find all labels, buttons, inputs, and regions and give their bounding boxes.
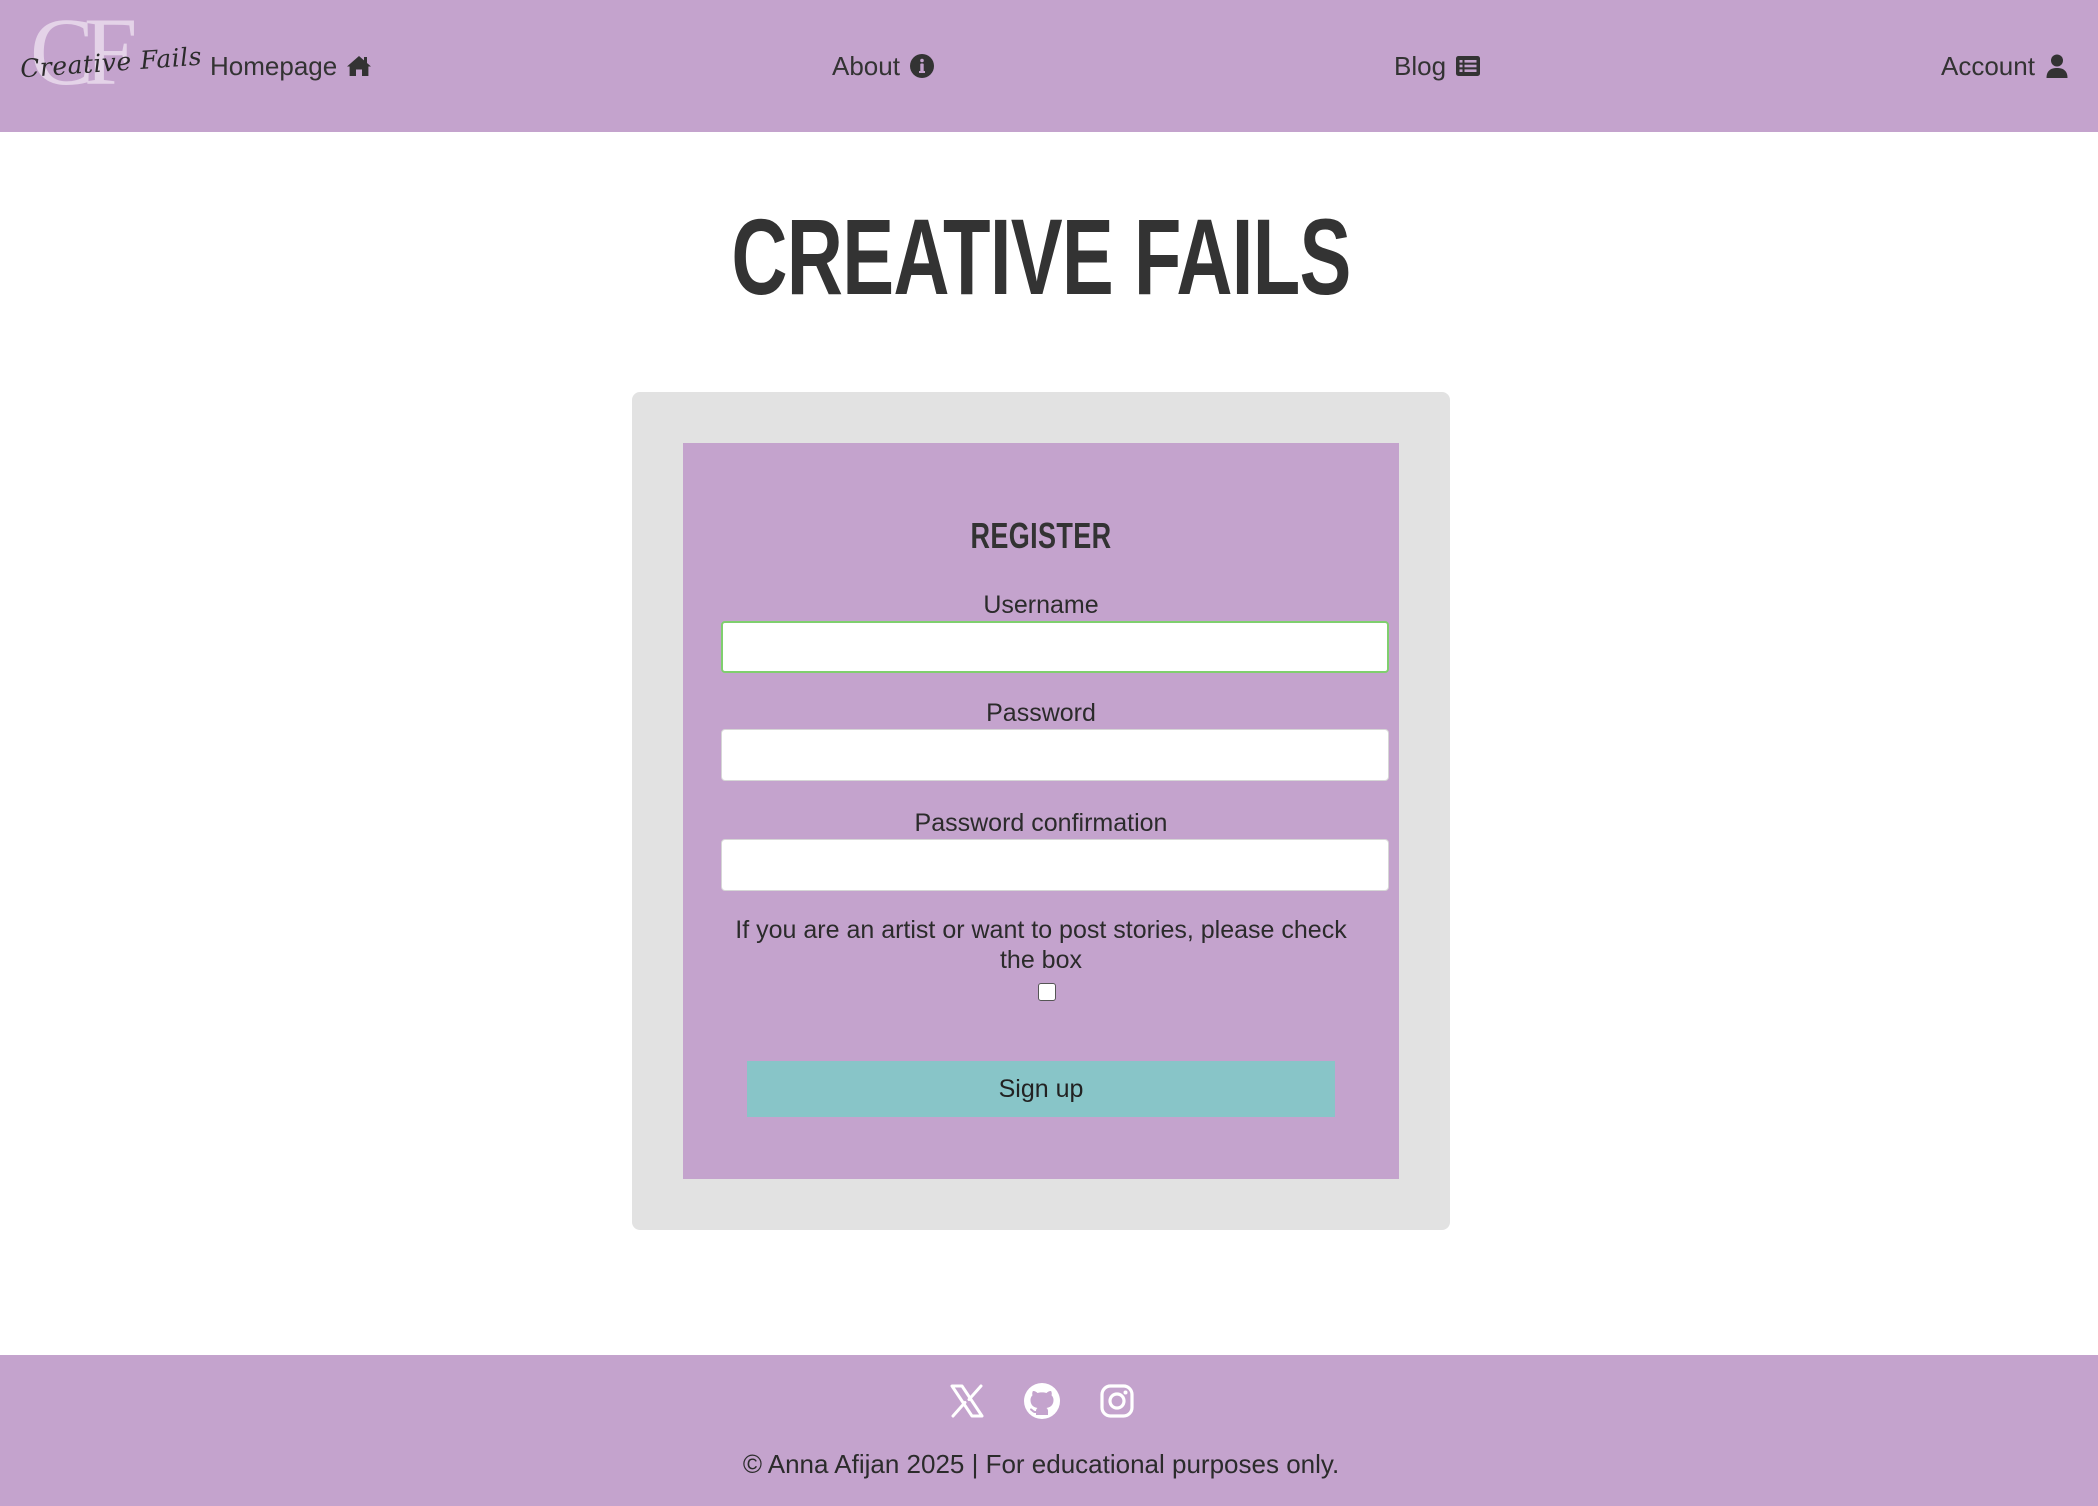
list-alt-icon <box>1454 52 1482 80</box>
instagram-icon[interactable] <box>1097 1381 1137 1421</box>
password-confirmation-label: Password confirmation <box>914 809 1168 837</box>
nav-homepage-label: Homepage <box>210 50 338 81</box>
artist-checkbox[interactable] <box>1038 983 1056 1001</box>
nav-about[interactable]: About <box>832 46 936 86</box>
github-icon[interactable] <box>1022 1381 1062 1421</box>
site-logo[interactable]: CF Creative Fails <box>18 4 203 102</box>
register-card: REGISTER Username Password Password conf… <box>632 392 1450 1230</box>
username-field[interactable] <box>721 621 1389 673</box>
nav-blog[interactable]: Blog <box>1394 46 1482 86</box>
password-field[interactable] <box>721 729 1389 781</box>
site-header: CF Creative Fails Homepage About Blog Ac… <box>0 0 2098 132</box>
form-heading: REGISTER <box>970 515 1112 556</box>
username-label: Username <box>983 591 1099 619</box>
nav-account-label: Account <box>1941 50 2035 81</box>
site-footer: © Anna Afijan 2025 | For educational pur… <box>0 1355 2098 1506</box>
page-title: CREATIVE FAILS <box>731 196 1351 317</box>
sign-up-button[interactable]: Sign up <box>747 1061 1335 1117</box>
register-form: REGISTER Username Password Password conf… <box>683 443 1399 1179</box>
x-icon[interactable] <box>947 1381 987 1421</box>
info-circle-icon <box>908 52 936 80</box>
artist-prompt: If you are an artist or want to post sto… <box>735 916 1347 974</box>
copyright-text: © Anna Afijan 2025 | For educational pur… <box>742 1449 1340 1479</box>
home-icon <box>345 52 373 80</box>
nav-homepage[interactable]: Homepage <box>210 46 373 86</box>
nav-account[interactable]: Account <box>1941 46 2071 86</box>
nav-about-label: About <box>832 50 900 81</box>
password-confirmation-field[interactable] <box>721 839 1389 891</box>
nav-blog-label: Blog <box>1394 50 1447 81</box>
user-icon <box>2043 52 2071 80</box>
password-label: Password <box>986 699 1096 727</box>
